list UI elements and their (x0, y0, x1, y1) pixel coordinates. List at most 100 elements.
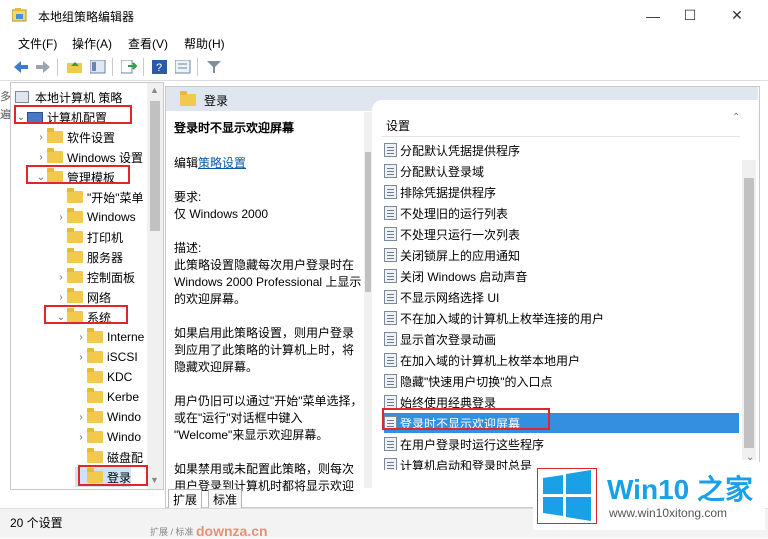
policy-row-label: 在用户登录时运行这些程序 (400, 437, 545, 452)
tree-pane: 本地计算机 策略 ⌄ 计算机配置 › 软件设置 › Windows 设置 ⌄ 管… (10, 82, 164, 490)
menu-help[interactable]: 帮助(H) (184, 35, 225, 52)
column-header-setting[interactable]: 设置 (386, 117, 410, 134)
policy-setting-icon (384, 437, 397, 451)
folder-icon (67, 228, 83, 243)
chevron-right-icon[interactable]: › (75, 332, 87, 343)
edit-line: 编辑策略设置 (174, 155, 364, 172)
requirements-value: 仅 Windows 2000 (174, 207, 269, 221)
close-button[interactable]: ✕ (714, 0, 760, 31)
tree-item-label: "开始"菜单 (87, 190, 144, 205)
description-para-3: 用户仍旧可以通过"开始"菜单选择，或在"运行"对话框中键入 "Welcome"来… (174, 394, 363, 442)
scroll-down-icon[interactable]: ▼ (150, 475, 159, 485)
tree-item-control-panel[interactable]: › 控制面板 (55, 267, 135, 287)
chevron-right-icon[interactable]: › (55, 272, 67, 283)
policy-row[interactable]: 分配默认登录域 (384, 161, 739, 181)
edit-policy-link[interactable]: 策略设置 (198, 156, 246, 170)
menu-action[interactable]: 操作(A) (72, 35, 112, 52)
policy-row[interactable]: 隐藏"快速用户切换"的入口点 (384, 371, 739, 391)
policy-row[interactable]: 在加入域的计算机上枚举本地用户 (384, 350, 739, 370)
app-icon (11, 8, 28, 22)
description-para-2: 如果启用此策略设置，则用户登录到应用了此策略的计算机上时，将隐藏欢迎屏幕。 (174, 326, 355, 374)
tree-item-windows[interactable]: › Windows (55, 207, 136, 227)
policy-row-label: 分配默认凭据提供程序 (400, 143, 521, 158)
brand-text: Win10 之家 (607, 474, 753, 505)
description-title: 登录时不显示欢迎屏幕 (174, 121, 295, 135)
svg-text:?: ? (156, 62, 162, 74)
chevron-right-icon[interactable]: › (75, 412, 87, 423)
tree-item-windows-settings[interactable]: › Windows 设置 (35, 147, 143, 167)
tab-standard[interactable]: 标准 (208, 489, 243, 509)
folder-icon (87, 448, 103, 463)
tree-item-kdc[interactable]: KDC (75, 367, 132, 387)
policy-row[interactable]: 排除凭据提供程序 (384, 182, 739, 202)
description-scrollbar[interactable] (364, 112, 372, 488)
tree-item-windows-1[interactable]: › Windo (75, 407, 141, 427)
chevron-right-icon[interactable]: › (35, 152, 47, 163)
policy-row[interactable]: 不在加入域的计算机上枚举连接的用户 (384, 308, 739, 328)
tree-item-windows-2[interactable]: › Windo (75, 427, 141, 447)
policy-row[interactable]: 在用户登录时运行这些程序 (384, 434, 739, 454)
tab-extended[interactable]: 扩展 (168, 489, 203, 509)
policy-row[interactable]: 不处理旧的运行列表 (384, 203, 739, 223)
filter-icon[interactable] (205, 58, 223, 76)
win10-logo-watermark: Win10 之家 www.win10xitong.com (533, 462, 765, 530)
policy-row[interactable]: 显示首次登录动画 (384, 329, 739, 349)
scroll-up-icon[interactable]: ▲ (150, 85, 159, 95)
chevron-right-icon[interactable]: › (55, 292, 67, 303)
policy-row[interactable]: 分配默认凭据提供程序 (384, 140, 739, 160)
policy-setting-icon (384, 164, 397, 178)
properties-icon[interactable] (174, 58, 192, 76)
tree-item-label: Windo (107, 430, 142, 444)
tree-item-printers[interactable]: 打印机 (55, 227, 123, 247)
description-para-4: 如果禁用或未配置此策略，则每次 (174, 462, 355, 476)
toolbar-separator (112, 58, 113, 76)
list-scrollbar[interactable] (742, 160, 756, 460)
tree-item-disk-quota[interactable]: 磁盘配 (75, 447, 143, 467)
back-arrow-icon[interactable] (12, 58, 30, 76)
scrollbar-thumb[interactable] (744, 178, 754, 448)
tree-root-label: 本地计算机 策略 (35, 90, 123, 105)
scrollbar-thumb[interactable] (150, 101, 160, 231)
policy-row[interactable]: 不显示网络选择 UI (384, 287, 739, 307)
up-folder-icon[interactable] (66, 58, 84, 76)
tree-item-label: 控制面板 (87, 270, 136, 285)
description-label: 描述: (174, 241, 202, 255)
policy-setting-icon (384, 206, 397, 220)
maximize-button[interactable]: ☐ (667, 0, 713, 31)
menu-file[interactable]: 文件(F) (18, 35, 57, 52)
policy-row-label: 分配默认登录域 (400, 164, 485, 179)
policy-setting-icon (384, 353, 397, 367)
tree-item-server[interactable]: 服务器 (55, 247, 123, 267)
chevron-right-icon[interactable]: › (75, 352, 87, 363)
chevron-up-icon[interactable]: ⌃ (732, 112, 740, 123)
chevron-right-icon[interactable]: › (75, 432, 87, 443)
policy-row[interactable]: 关闭 Windows 启动声音 (384, 266, 739, 286)
tree-item-start-menu[interactable]: "开始"菜单 (55, 187, 144, 207)
menu-view[interactable]: 查看(V) (128, 35, 168, 52)
tree-scrollbar[interactable]: ▲ ▼ (147, 83, 163, 489)
policy-setting-icon (384, 395, 397, 409)
tree-item-internet[interactable]: › Interne (75, 327, 144, 347)
tree-root[interactable]: 本地计算机 策略 (15, 87, 122, 107)
forward-arrow-icon[interactable] (34, 58, 52, 76)
description-body: 此策略设置隐藏每次用户登录时在 Windows 2000 Professiona… (174, 258, 362, 306)
tree-item-label: KDC (107, 370, 133, 384)
highlight-logon (78, 465, 148, 486)
export-list-icon[interactable] (120, 58, 138, 76)
chevron-right-icon[interactable]: › (35, 132, 47, 143)
folder-icon (87, 388, 103, 403)
policy-row-label: 排除凭据提供程序 (400, 185, 497, 200)
policy-row[interactable]: 不处理只运行一次列表 (384, 224, 739, 244)
chevron-right-icon[interactable]: › (55, 212, 67, 223)
show-hide-tree-icon[interactable] (89, 58, 107, 76)
tree-item-network[interactable]: › 网络 (55, 287, 111, 307)
folder-icon (67, 268, 83, 283)
brand-url: www.win10xitong.com (609, 506, 728, 520)
policy-row-label: 不显示网络选择 UI (400, 290, 500, 305)
tree-item-iscsi[interactable]: › iSCSI (75, 347, 138, 367)
tree-item-software-settings[interactable]: › 软件设置 (35, 127, 115, 147)
scrollbar-thumb[interactable] (365, 152, 371, 292)
help-icon[interactable]: ? (151, 58, 169, 76)
tree-item-kerberos[interactable]: Kerbe (75, 387, 139, 407)
policy-row[interactable]: 关闭锁屏上的应用通知 (384, 245, 739, 265)
